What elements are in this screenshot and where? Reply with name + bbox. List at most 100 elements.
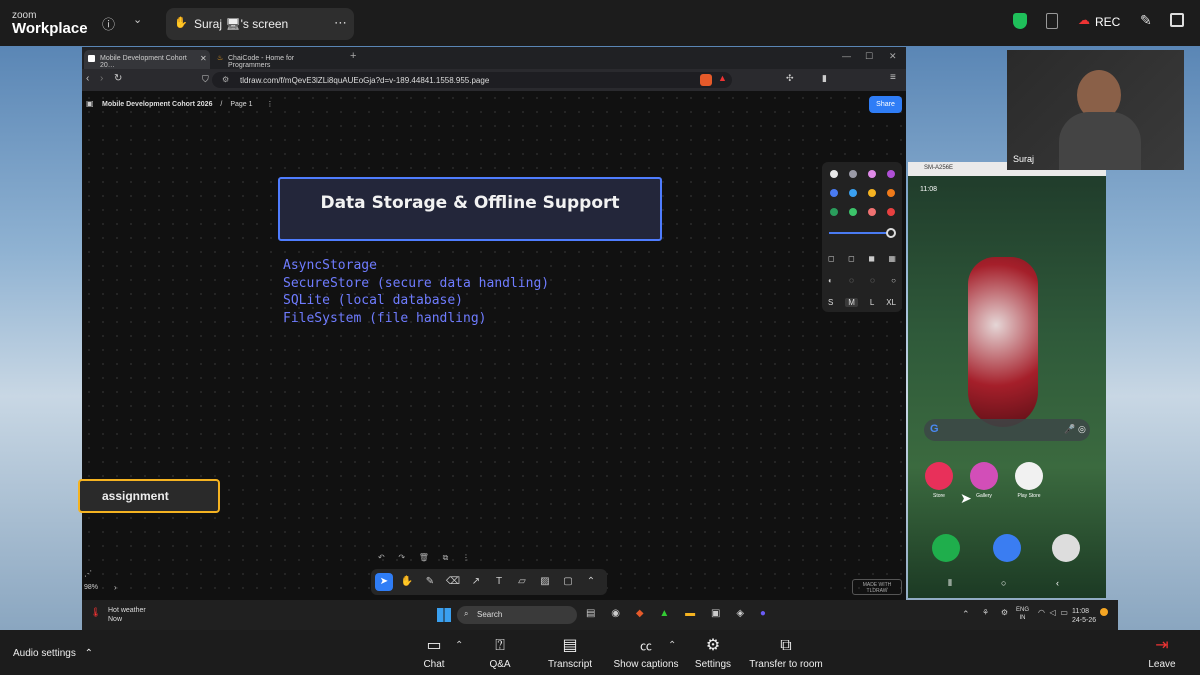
play-store-icon[interactable] bbox=[1015, 462, 1043, 490]
color-swatch[interactable] bbox=[887, 208, 895, 216]
color-swatch[interactable] bbox=[849, 189, 857, 197]
made-with-badge[interactable]: MADE WITH TLDRAW bbox=[852, 579, 902, 595]
screen-share-tab[interactable]: ✋ Suraj 🖥's screen ⋯ bbox=[166, 8, 354, 40]
fill-options[interactable]: ◻ ◻ ◼ ▦ bbox=[828, 254, 896, 263]
brave-shield-icon[interactable] bbox=[700, 74, 712, 86]
page-name[interactable]: Page 1 bbox=[230, 101, 252, 108]
back-icon[interactable]: ‹ bbox=[86, 73, 89, 84]
self-video[interactable]: Suraj bbox=[1007, 50, 1184, 170]
taskbar-search[interactable]: ⌕ Search bbox=[457, 606, 577, 624]
fill-solid-icon[interactable]: ◼ bbox=[868, 254, 875, 263]
fill-pattern-icon[interactable]: ▦ bbox=[888, 254, 896, 263]
chevron-down-icon[interactable]: ⌄ bbox=[133, 13, 142, 26]
size-xl[interactable]: XL bbox=[886, 298, 896, 307]
slider-handle[interactable] bbox=[886, 228, 896, 238]
home-icon[interactable]: ○ bbox=[1001, 578, 1006, 588]
extensions-icon[interactable]: ✣ bbox=[786, 73, 794, 84]
google-search-bar[interactable]: G 🎤 ◎ bbox=[924, 419, 1090, 441]
leave-button[interactable]: ⇥ Leave bbox=[1146, 636, 1178, 670]
title-card[interactable]: Data Storage & Offline Support bbox=[278, 177, 662, 241]
close-tab-icon[interactable]: ✕ bbox=[200, 54, 207, 63]
rec-label[interactable]: REC bbox=[1095, 15, 1120, 29]
assignment-card[interactable]: assignment bbox=[78, 479, 220, 513]
eraser-tool-icon[interactable]: ⌫ bbox=[444, 573, 462, 591]
more-tools-icon[interactable]: ⌃ bbox=[582, 573, 600, 591]
topic-list[interactable]: AsyncStorage SecureStore (secure data ha… bbox=[283, 257, 549, 327]
site-info-icon[interactable]: ⚙ bbox=[222, 75, 229, 84]
reload-icon[interactable]: ↻ bbox=[114, 73, 122, 84]
dash-dashed-icon[interactable]: ◌ bbox=[849, 276, 854, 285]
back-nav-icon[interactable]: ‹ bbox=[1056, 578, 1059, 588]
minimize-icon[interactable]: — bbox=[842, 51, 851, 61]
close-window-icon[interactable]: ✕ bbox=[889, 51, 897, 62]
chevron-up-icon[interactable]: ⌃ bbox=[85, 648, 93, 659]
captions-chevron-icon[interactable]: ⌃ bbox=[668, 640, 676, 651]
apps-icon[interactable] bbox=[1170, 13, 1184, 27]
dash-options[interactable]: ◐ ◌ ◌ ○ bbox=[828, 276, 896, 285]
fill-none-icon[interactable]: ◻ bbox=[828, 254, 835, 263]
transcript-button[interactable]: ▤ Transcript bbox=[545, 636, 595, 670]
duplicate-icon[interactable]: ⧉ bbox=[443, 553, 449, 567]
arrow-tool-icon[interactable]: ↗ bbox=[467, 573, 485, 591]
tray-icon[interactable]: ⚙ bbox=[1001, 608, 1008, 617]
language-indicator[interactable]: ENG IN bbox=[1016, 606, 1029, 622]
lens-icon[interactable]: ◎ bbox=[1078, 424, 1086, 435]
size-l[interactable]: L bbox=[870, 298, 874, 307]
file-explorer-icon[interactable]: ▬ bbox=[685, 608, 695, 622]
weather-widget[interactable]: 🌡 Hot weather Now bbox=[90, 606, 146, 624]
system-clock[interactable]: 11:08 24-5-26 bbox=[1072, 607, 1096, 625]
zoom-taskbar-icon[interactable]: ● bbox=[760, 608, 766, 622]
zoom-level[interactable]: 98% bbox=[84, 584, 98, 591]
notification-icon[interactable] bbox=[1100, 608, 1108, 616]
select-tool-icon[interactable]: ➤ bbox=[375, 573, 393, 591]
windows-start-icon[interactable] bbox=[437, 608, 451, 622]
fill-semi-icon[interactable]: ◻ bbox=[848, 254, 855, 263]
gallery-app-icon[interactable] bbox=[970, 462, 998, 490]
sidebar-toggle-icon[interactable]: ▣ bbox=[86, 99, 94, 108]
brave-rewards-icon[interactable]: ▲ bbox=[718, 73, 727, 83]
info-icon[interactable]: ⓘ bbox=[102, 14, 115, 33]
expand-icon[interactable]: › bbox=[114, 583, 117, 592]
color-swatch[interactable] bbox=[887, 189, 895, 197]
audio-settings[interactable]: Audio settings ⌃ bbox=[13, 648, 93, 659]
chrome-icon[interactable]: ◉ bbox=[611, 608, 620, 622]
color-swatch[interactable] bbox=[887, 170, 895, 178]
transfer-button[interactable]: ⧉ Transfer to room bbox=[748, 636, 824, 670]
notes-icon[interactable] bbox=[1046, 13, 1058, 29]
note-tool-icon[interactable]: ▱ bbox=[513, 573, 531, 591]
tab-chaicode[interactable]: ♨ ChaiCode - Home for Programmers bbox=[212, 50, 338, 69]
brave-icon[interactable]: ◆ bbox=[636, 608, 644, 622]
dash-solid-icon[interactable]: ○ bbox=[891, 276, 896, 285]
color-swatch[interactable] bbox=[868, 208, 876, 216]
android-studio-icon[interactable]: ▲ bbox=[659, 608, 669, 622]
share-button[interactable]: Share bbox=[869, 96, 902, 113]
phone-app-icon[interactable] bbox=[932, 534, 960, 562]
maximize-icon[interactable]: ☐ bbox=[865, 51, 873, 62]
camera-app-icon[interactable] bbox=[1052, 534, 1080, 562]
phone-mirror-window[interactable]: SM-A256E 11:08 G 🎤 ◎ Store Gallery Play … bbox=[908, 162, 1106, 598]
color-swatch[interactable] bbox=[868, 170, 876, 178]
color-swatch[interactable] bbox=[868, 189, 876, 197]
chat-button[interactable]: ▭ Chat bbox=[420, 636, 448, 670]
annotate-icon[interactable]: ✎ bbox=[1140, 12, 1152, 29]
color-swatch[interactable] bbox=[830, 170, 838, 178]
rectangle-tool-icon[interactable]: ▢ bbox=[559, 573, 577, 591]
app-icon[interactable]: ◈ bbox=[736, 608, 744, 622]
redo-icon[interactable]: ↷ bbox=[398, 553, 405, 567]
recents-icon[interactable]: ⦀ bbox=[948, 578, 952, 589]
terminal-icon[interactable]: ▣ bbox=[711, 608, 720, 622]
color-swatch[interactable] bbox=[830, 189, 838, 197]
tray-chevron-icon[interactable]: ⌃ bbox=[962, 609, 970, 620]
shield-icon[interactable] bbox=[1013, 13, 1027, 29]
hand-tool-icon[interactable]: ✋ bbox=[398, 573, 416, 591]
dash-draw-icon[interactable]: ◐ bbox=[828, 276, 833, 285]
url-input[interactable]: ⚙ tldraw.com/f/mQevE3lZLi8quAUEoGja?d=v-… bbox=[212, 72, 732, 88]
delete-icon[interactable]: 🗑 bbox=[419, 553, 429, 567]
system-status[interactable]: ◠ ◁ ▭ bbox=[1038, 608, 1068, 617]
store-app-icon[interactable] bbox=[925, 462, 953, 490]
tldraw-canvas[interactable]: ▣ Mobile Development Cohort 2026 / Page … bbox=[78, 91, 906, 600]
text-tool-icon[interactable]: T bbox=[490, 573, 508, 591]
tray-icon[interactable]: ⚘ bbox=[982, 608, 989, 617]
tab-mobile-dev[interactable]: Mobile Development Cohort 20… ✕ bbox=[84, 50, 210, 69]
settings-button[interactable]: ⚙ Settings bbox=[694, 636, 732, 670]
